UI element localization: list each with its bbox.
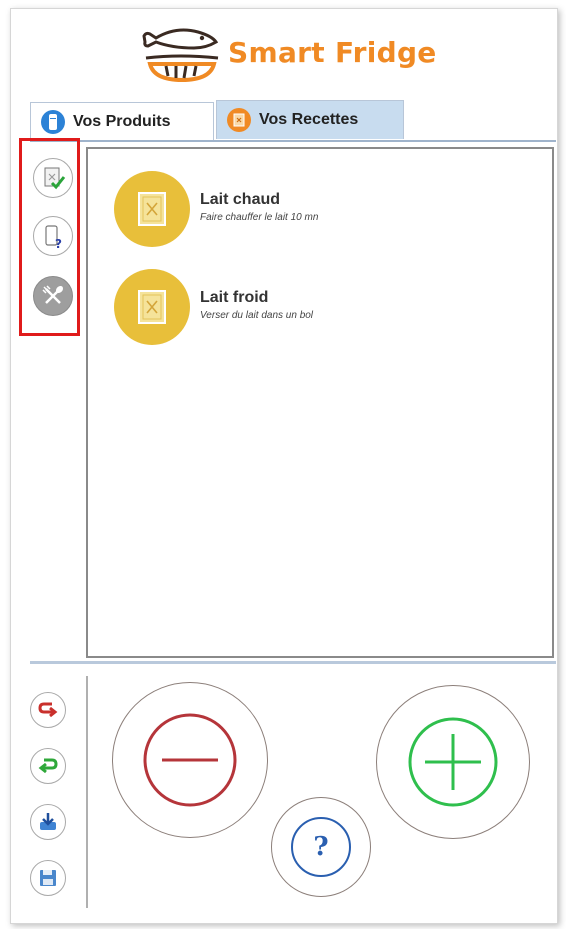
recipe-name: Lait chaud [200, 191, 281, 208]
help-label: ? [313, 832, 329, 862]
recipe-description: Verser du lait dans un bol [200, 310, 314, 321]
redo-icon [38, 758, 58, 774]
recipe-list[interactable]: Lait chaud Faire chauffer le lait 10 mn … [86, 147, 554, 658]
help-button[interactable]: ? [271, 797, 371, 897]
recipe-description: Faire chauffer le lait 10 mn [200, 212, 319, 223]
recipe-name: Lait froid [200, 289, 269, 306]
validate-recipe-icon [44, 167, 66, 190]
recipe-book-icon [114, 171, 190, 247]
app-title: Smart Fridge [228, 36, 437, 69]
help-icon: ? [291, 817, 351, 877]
recipe-book-icon [114, 269, 190, 345]
save-button[interactable] [30, 860, 66, 896]
download-icon [40, 813, 56, 830]
redo-button[interactable] [30, 748, 66, 784]
recipe-book-icon [227, 108, 251, 132]
svg-text:?: ? [55, 237, 62, 249]
minus-icon [143, 713, 237, 807]
tab-recipes-label: Vos Recettes [259, 111, 359, 128]
undo-icon [38, 702, 58, 718]
remove-button[interactable] [112, 682, 268, 838]
missing-products-icon: ? [45, 225, 62, 249]
add-button[interactable] [376, 685, 530, 839]
cutlery-button[interactable] [33, 276, 73, 316]
vertical-divider [86, 676, 88, 908]
plus-icon [408, 717, 498, 807]
cutlery-icon [42, 285, 64, 304]
tab-products-label: Vos Produits [73, 113, 171, 130]
undo-button[interactable] [30, 692, 66, 728]
tab-products[interactable]: Vos Produits [30, 102, 214, 141]
fridge-icon [41, 110, 65, 134]
download-button[interactable] [30, 804, 66, 840]
app-logo: Smart Fridge [136, 24, 446, 86]
section-divider [30, 661, 556, 664]
tab-underline [30, 140, 556, 142]
save-icon [40, 870, 56, 886]
missing-products-button[interactable]: ? [33, 216, 73, 256]
recipe-item[interactable]: Lait froid Verser du lait dans un bol [114, 269, 313, 345]
fish-basket-icon [142, 28, 219, 83]
validate-recipe-button[interactable] [33, 158, 73, 198]
recipe-item[interactable]: Lait chaud Faire chauffer le lait 10 mn [114, 171, 318, 247]
tab-recipes[interactable]: Vos Recettes [216, 100, 404, 139]
